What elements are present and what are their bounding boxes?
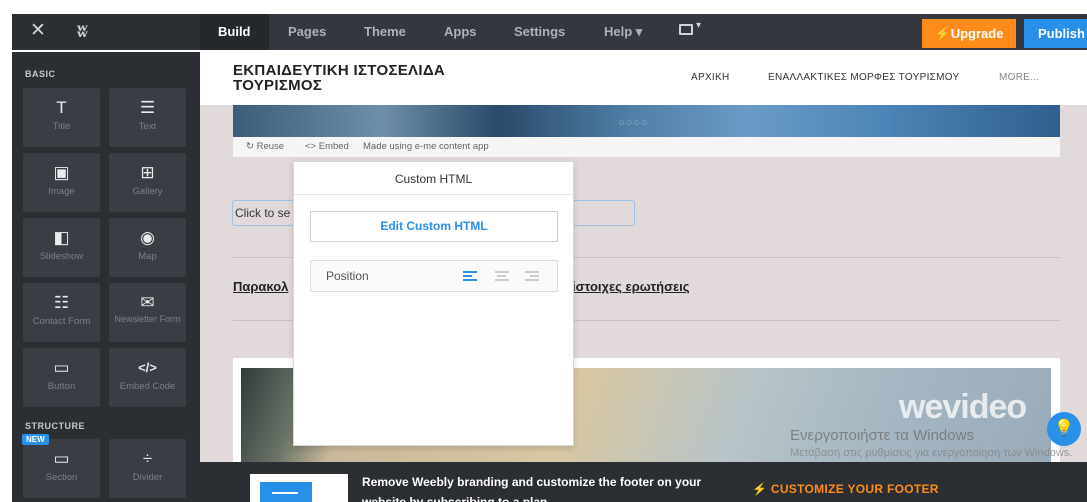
footer-upsell-banner: Remove Weebly branding and customize the… [200,462,1087,502]
align-center-icon[interactable] [495,271,509,283]
position-label: Position [326,269,369,283]
element-button[interactable]: ▭ Button [23,348,100,407]
site-title[interactable]: ΕΚΠΑΙΔΕΥΤΙΚΗ ΙΣΤΟΣΕΛΙΔΑ ΤΟΥΡΙΣΜΟΣ [233,63,493,93]
element-newsletter-form[interactable]: ✉ Newsletter Form [109,283,186,342]
customize-footer-button[interactable]: ⚡ CUSTOMIZE YOUR FOOTER [752,482,939,496]
image-icon: ▣ [53,163,70,182]
upgrade-button[interactable]: ⚡Upgrade [922,19,1016,48]
elements-sidebar: BASIC T Title ☰ Text ▣ Image ⊞ Gallery ◧… [12,52,200,502]
element-gallery[interactable]: ⊞ Gallery [109,153,186,212]
device-preview-icon[interactable] [679,24,693,35]
element-label: Slideshow [39,251,84,262]
popup-divider [294,194,573,195]
divider-icon: ÷ [142,449,153,468]
position-control: Position [310,260,558,292]
element-section[interactable]: ▭ Section [23,439,100,498]
element-label: Map [138,251,157,262]
content-link[interactable]: Παρακολ [233,279,288,294]
editor-topbar: ✕ ʬ Build Pages Theme Apps Settings Help… [0,0,1087,52]
site-header: ΕΚΠΑΙΔΕΥΤΙΚΗ ΙΣΤΟΣΕΛΙΔΑ ΤΟΥΡΙΣΜΟΣ ΑΡΧΙΚΗ… [200,52,1087,105]
basic-section-label: BASIC [25,69,56,79]
tab-pages[interactable]: Pages [288,14,326,50]
footer-thumbnail [250,474,348,502]
tab-apps[interactable]: Apps [444,14,477,50]
element-label: Text [138,121,157,132]
element-map[interactable]: ◉ Map [109,218,186,277]
element-divider[interactable]: ÷ Divider [109,439,186,498]
popup-title: Custom HTML [394,172,473,186]
section-icon: ▭ [53,449,70,468]
weebly-logo-icon[interactable]: ʬ [76,20,89,42]
site-nav-more[interactable]: MORE... [999,72,1039,83]
element-label: Image [48,186,75,197]
reuse-link[interactable]: ↻ Reuse [246,137,284,157]
tab-build[interactable]: Build [200,14,269,50]
element-label: Divider [132,472,163,483]
activate-windows-subtitle: Μετάβαση στις ρυθμίσεις για ενεργοποίηση… [790,447,1073,459]
chevron-down-icon[interactable]: ▾ [696,20,701,31]
contact-form-icon: ☷ [53,293,70,312]
text-icon: ☰ [139,98,156,117]
element-contact-form[interactable]: ☷ Contact Form [23,283,100,342]
publish-button[interactable]: Publish [1024,19,1087,48]
envelope-icon: ✉ [140,293,155,312]
element-slideshow[interactable]: ◧ Slideshow [23,218,100,277]
align-left-icon[interactable] [463,271,477,283]
footer-message: Remove Weebly branding and customize the… [362,475,702,502]
wevideo-watermark: wevideo [899,388,1027,426]
element-label: Contact Form [32,316,91,327]
element-image[interactable]: ▣ Image [23,153,100,212]
custom-html-popup: Custom HTML Edit Custom HTML Position [293,161,574,446]
slideshow-icon: ◧ [53,228,70,247]
embed-toolbar: ↻ Reuse <> Embed Made using e-me content… [233,137,1060,157]
tab-theme[interactable]: Theme [364,14,406,50]
site-nav-alt-tourism[interactable]: ΕΝΑΛΛΑΚΤΙΚΕΣ ΜΟΡΦΕΣ ΤΟΥΡΙΣΜΟΥ [768,72,960,83]
element-label: Gallery [132,186,163,197]
tab-help[interactable]: Help ▾ [604,14,642,50]
element-label: Section [45,472,78,483]
align-right-icon[interactable] [525,271,539,283]
gallery-icon: ⊞ [140,163,155,182]
element-title[interactable]: T Title [23,88,100,147]
edit-custom-html-button[interactable]: Edit Custom HTML [310,211,558,242]
map-pin-icon: ◉ [140,228,155,247]
code-icon: </> [138,360,157,375]
element-label: Title [52,121,71,132]
element-label: Embed Code [119,381,176,392]
embed-link[interactable]: <> Embed [305,137,349,157]
element-label: Newsletter Form [114,314,181,324]
site-nav-home[interactable]: ΑΡΧΙΚΗ [691,72,729,83]
help-lightbulb-icon[interactable]: 💡 [1047,412,1081,446]
slideshow-image[interactable]: ○○○○ [233,105,1060,137]
tab-settings[interactable]: Settings [514,14,565,50]
element-text[interactable]: ☰ Text [109,88,186,147]
element-embed-code[interactable]: </> Embed Code [109,348,186,407]
element-label: Button [47,381,76,392]
structure-section-label: STRUCTURE [25,421,85,431]
title-icon: T [56,98,67,117]
new-badge: NEW [22,434,49,445]
made-using-text: Made using e-me content app [363,141,489,152]
close-icon[interactable]: ✕ [30,20,46,42]
slide-dots[interactable]: ○○○○ [618,117,649,129]
activate-windows-title: Ενεργοποιήστε τα Windows [790,427,974,444]
content-link[interactable]: ίστοιχες ερωτήσεις [572,279,690,294]
button-icon: ▭ [53,358,70,377]
